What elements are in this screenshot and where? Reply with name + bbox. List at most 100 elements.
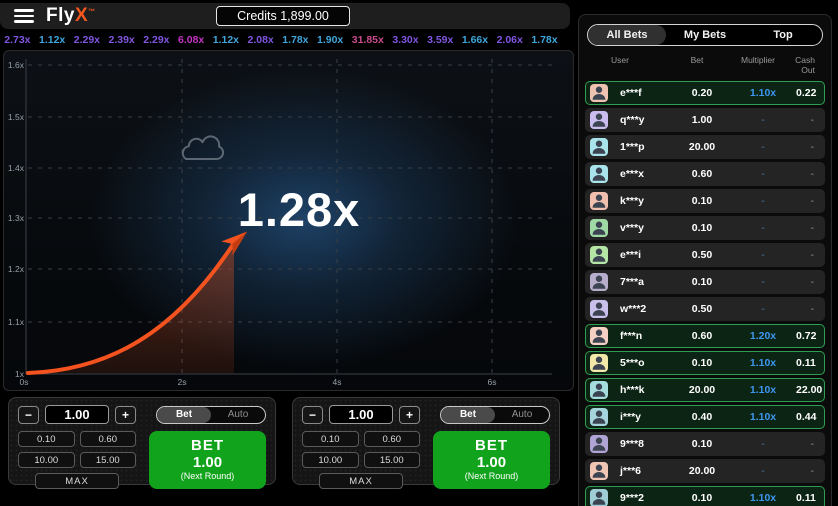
user-avatar-icon	[590, 246, 608, 264]
flyx-logo: FlyX™	[46, 5, 96, 27]
tab-my-bets[interactable]: My Bets	[666, 25, 744, 45]
history-multiplier[interactable]: 1.78x	[282, 34, 308, 46]
bet-amount-field[interactable]: 1.00	[45, 405, 109, 424]
bet-mode-tab[interactable]: Bet	[441, 407, 495, 423]
quick-bet-button[interactable]: 0.10	[18, 431, 75, 447]
quick-bet-button[interactable]: 0.60	[80, 431, 137, 447]
history-multiplier[interactable]: 6.08x	[178, 34, 204, 46]
cell-user: 7***a	[616, 276, 674, 288]
quick-bet-button[interactable]: 10.00	[302, 452, 359, 468]
quick-bet-button[interactable]: 10.00	[18, 452, 75, 468]
user-avatar-icon	[590, 354, 608, 372]
quick-bets: 0.10 0.60 10.00 15.00 MAX	[302, 431, 420, 489]
user-avatar-icon	[590, 273, 608, 291]
cell-user: 5***o	[616, 357, 674, 369]
history-multiplier[interactable]: 2.73x	[4, 34, 30, 46]
cell-cash: 0.44	[796, 411, 826, 423]
flyx-app: FlyX™ Credits 1,899.00 2.73x1.12x2.29x2.…	[0, 0, 838, 506]
place-bet-button[interactable]: BET 1.00 (Next Round)	[149, 431, 266, 489]
user-avatar-icon	[590, 327, 608, 345]
tab-all-bets[interactable]: All Bets	[588, 25, 666, 45]
bet-row: 7***a0.10--	[585, 270, 825, 294]
logo-tm: ™	[88, 9, 96, 16]
cell-user: e***x	[616, 168, 674, 180]
user-avatar-icon	[590, 381, 608, 399]
column-header: Multiplier	[725, 55, 791, 75]
auto-mode-tab[interactable]: Auto	[495, 407, 549, 423]
cell-bet: 0.10	[674, 276, 730, 288]
history-multiplier[interactable]: 1.90x	[317, 34, 343, 46]
cell-mult: 1.10x	[730, 384, 796, 396]
auto-mode-tab[interactable]: Auto	[211, 407, 265, 423]
bet-row: 9***80.10--	[585, 432, 825, 456]
quick-bet-button[interactable]: 0.10	[302, 431, 359, 447]
bet-amount-field[interactable]: 1.00	[329, 405, 393, 424]
cell-user: h***k	[616, 384, 674, 396]
bet-row: k***y0.10--	[585, 189, 825, 213]
cell-bet: 0.60	[674, 168, 730, 180]
cell-cash: 0.11	[796, 357, 826, 369]
history-multiplier[interactable]: 1.66x	[462, 34, 488, 46]
quick-bet-button[interactable]: 0.60	[364, 431, 421, 447]
bet-mode-tab[interactable]: Bet	[157, 407, 211, 423]
place-bet-button[interactable]: BET 1.00 (Next Round)	[433, 431, 550, 489]
cell-bet: 0.10	[674, 492, 730, 504]
bets-list: e***f0.201.10x0.22q***y1.00--1***p20.00-…	[585, 81, 825, 506]
decrease-bet-button[interactable]: −	[302, 406, 323, 424]
user-avatar-icon	[590, 300, 608, 318]
cell-mult: -	[730, 465, 796, 477]
y-axis-tick: 1.3x	[5, 213, 24, 223]
cell-cash: -	[796, 141, 824, 153]
history-multiplier[interactable]: 3.30x	[392, 34, 418, 46]
history-multiplier[interactable]: 3.59x	[427, 34, 453, 46]
bet-panel: − 1.00 + Bet Auto 0.10 0.60 10.00 15.00 …	[292, 397, 560, 485]
quick-bet-button[interactable]: 15.00	[80, 452, 137, 468]
decrease-bet-button[interactable]: −	[18, 406, 39, 424]
cell-user: j***6	[616, 465, 674, 477]
bet-panel-body: 0.10 0.60 10.00 15.00 MAX BET 1.00 (Next…	[302, 431, 550, 489]
cell-user: e***i	[616, 249, 674, 261]
bet-row: j***620.00--	[585, 459, 825, 483]
user-avatar-icon	[590, 192, 608, 210]
menu-icon[interactable]	[14, 9, 34, 23]
max-bet-button[interactable]: MAX	[35, 473, 119, 489]
cell-mult: 1.20x	[730, 330, 796, 342]
cell-cash: 0.22	[796, 87, 826, 99]
history-multiplier[interactable]: 2.29x	[74, 34, 100, 46]
history-multiplier[interactable]: 1.78x	[531, 34, 557, 46]
bet-row: 9***20.101.10x0.11	[585, 486, 825, 506]
cell-mult: -	[730, 168, 796, 180]
cell-cash: -	[796, 195, 824, 207]
logo-x: X	[75, 5, 88, 26]
bet-panel-top: − 1.00 + Bet Auto	[302, 405, 550, 424]
max-bet-button[interactable]: MAX	[319, 473, 403, 489]
history-multiplier[interactable]: 2.39x	[108, 34, 134, 46]
history-multiplier[interactable]: 1.12x	[39, 34, 65, 46]
cell-bet: 20.00	[674, 384, 730, 396]
cell-user: w***2	[616, 303, 674, 315]
history-multiplier[interactable]: 1.12x	[213, 34, 239, 46]
y-axis-tick: 1.6x	[5, 60, 24, 70]
y-axis-tick: 1.1x	[5, 317, 24, 327]
history-multiplier[interactable]: 2.06x	[497, 34, 523, 46]
history-multiplier[interactable]: 31.85x	[352, 34, 384, 46]
bet-row: e***f0.201.10x0.22	[585, 81, 825, 105]
increase-bet-button[interactable]: +	[399, 406, 420, 424]
cell-user: 9***8	[616, 438, 674, 450]
increase-bet-button[interactable]: +	[115, 406, 136, 424]
cell-bet: 0.20	[674, 87, 730, 99]
history-multiplier[interactable]: 2.08x	[247, 34, 273, 46]
bet-button-round: (Next Round)	[181, 471, 235, 483]
cell-bet: 0.10	[674, 357, 730, 369]
cell-mult: -	[730, 303, 796, 315]
user-avatar-icon	[590, 489, 608, 506]
cell-mult: -	[730, 438, 796, 450]
bet-panel-body: 0.10 0.60 10.00 15.00 MAX BET 1.00 (Next…	[18, 431, 266, 489]
tab-top[interactable]: Top	[744, 25, 822, 45]
bet-row: f***n0.601.20x0.72	[585, 324, 825, 348]
quick-bet-button[interactable]: 15.00	[364, 452, 421, 468]
cell-bet: 0.10	[674, 438, 730, 450]
history-multiplier[interactable]: 2.29x	[143, 34, 169, 46]
cell-mult: -	[730, 195, 796, 207]
cell-user: q***y	[616, 114, 674, 126]
